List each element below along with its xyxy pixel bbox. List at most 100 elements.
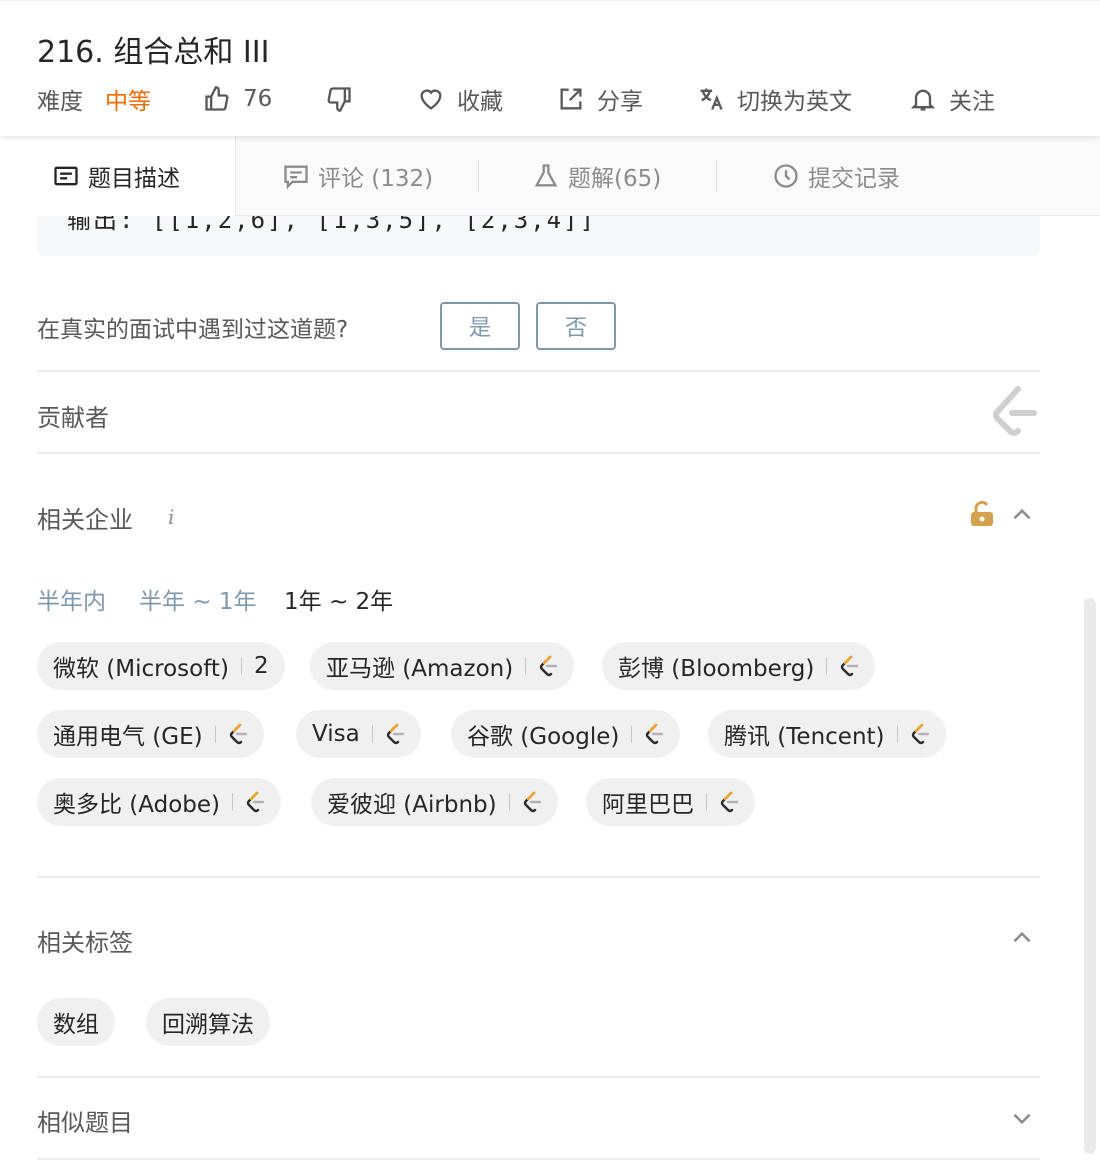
tab-submissions[interactable]: 提交记录 bbox=[772, 136, 900, 216]
thumbs-down-icon bbox=[327, 87, 351, 112]
share-icon bbox=[560, 88, 582, 110]
share-label: 分享 bbox=[597, 89, 643, 115]
like-button[interactable]: 76 bbox=[203, 83, 272, 115]
company-tag-name: 奥多比 (Adobe) bbox=[53, 792, 221, 818]
comment-icon bbox=[284, 165, 308, 190]
switch-language-button[interactable]: 切换为英文 bbox=[697, 83, 852, 115]
difficulty-label: 难度 bbox=[37, 89, 83, 115]
time-filter-half-year[interactable]: 半年内 bbox=[37, 582, 106, 616]
problem-tabs: 题目描述 评论 (132) 题解(65) 提交记录 bbox=[0, 136, 1100, 216]
section-divider bbox=[37, 1076, 1040, 1078]
problem-header: 216. 组合总和 III 难度 中等 76 收藏 分享 切换为英文 关注 bbox=[0, 0, 1100, 136]
company-tag-count: 2 bbox=[253, 653, 269, 679]
tab-comments[interactable]: 评论 (132) bbox=[282, 136, 433, 216]
problem-meta-row: 难度 中等 76 收藏 分享 切换为英文 关注 bbox=[37, 83, 1097, 115]
company-tag-name: 彭博 (Bloomberg) bbox=[618, 656, 815, 682]
chip-separator bbox=[826, 657, 828, 675]
chevron-up-icon[interactable] bbox=[1009, 502, 1035, 528]
no-button[interactable]: 否 bbox=[536, 302, 616, 350]
chip-separator bbox=[232, 793, 234, 811]
section-divider bbox=[37, 370, 1040, 372]
share-button[interactable]: 分享 bbox=[557, 83, 643, 115]
company-tag-name: 微软 (Microsoft) bbox=[53, 656, 229, 682]
tab-description-label: 题目描述 bbox=[88, 166, 180, 192]
company-tag[interactable]: 奥多比 (Adobe) bbox=[37, 778, 282, 826]
flask-icon bbox=[534, 164, 558, 187]
scrollbar[interactable] bbox=[1084, 598, 1096, 1154]
related-tags-label: 相关标签 bbox=[37, 929, 133, 957]
leetcode-logo-icon bbox=[229, 723, 247, 745]
interview-question: 在真实的面试中遇到过这道题? bbox=[37, 317, 349, 343]
tab-divider bbox=[478, 160, 479, 192]
company-tag-name: 腾讯 (Tencent) bbox=[724, 724, 885, 750]
section-divider bbox=[37, 1158, 1040, 1160]
company-tag[interactable]: Visa bbox=[296, 710, 421, 758]
bell-icon bbox=[910, 89, 936, 111]
company-tag-name: 亚马逊 (Amazon) bbox=[326, 656, 514, 682]
clock-icon bbox=[774, 164, 798, 188]
favorite-button[interactable]: 收藏 bbox=[417, 83, 503, 115]
info-icon[interactable]: i bbox=[168, 505, 174, 529]
chip-separator bbox=[631, 725, 633, 743]
heart-icon bbox=[420, 89, 442, 110]
company-tag[interactable]: 亚马逊 (Amazon) bbox=[310, 642, 575, 690]
tab-submissions-label: 提交记录 bbox=[808, 166, 900, 192]
topic-tag-backtracking[interactable]: 回溯算法 bbox=[146, 998, 270, 1046]
tab-solutions-label: 题解(65) bbox=[568, 166, 662, 192]
leetcode-logo-icon bbox=[386, 723, 404, 745]
leetcode-logo-icon bbox=[720, 791, 739, 813]
follow-label: 关注 bbox=[949, 89, 995, 115]
time-filter-one-to-two-years[interactable]: 1年 ~ 2年 bbox=[284, 582, 393, 616]
like-count: 76 bbox=[243, 86, 273, 112]
chip-separator bbox=[525, 657, 527, 675]
topic-tag-array[interactable]: 数组 bbox=[37, 998, 115, 1046]
unlock-icon[interactable] bbox=[968, 500, 996, 528]
tab-solutions[interactable]: 题解(65) bbox=[532, 136, 661, 216]
thumbs-up-icon bbox=[205, 86, 229, 111]
chip-separator bbox=[706, 793, 707, 811]
interview-question-row: 在真实的面试中遇到过这道题? 是 否 bbox=[37, 302, 1040, 350]
similar-problems-label: 相似题目 bbox=[37, 1109, 133, 1137]
section-divider bbox=[37, 452, 1040, 454]
company-tag-name: Visa bbox=[312, 721, 360, 747]
section-divider bbox=[37, 876, 1040, 878]
time-filter-half-to-one-year[interactable]: 半年 ~ 1年 bbox=[139, 582, 257, 616]
company-tag[interactable]: 爱彼迎 (Airbnb) bbox=[311, 778, 558, 826]
company-tag[interactable]: 阿里巴巴 bbox=[586, 778, 755, 826]
chevron-up-icon[interactable] bbox=[1009, 925, 1035, 951]
company-tag[interactable]: 腾讯 (Tencent) bbox=[708, 710, 946, 758]
companies-label: 相关企业 bbox=[37, 506, 133, 534]
description-icon bbox=[54, 166, 78, 186]
yes-button[interactable]: 是 bbox=[440, 302, 520, 350]
problem-title: 216. 组合总和 III bbox=[37, 35, 270, 70]
leetcode-logo-icon bbox=[523, 791, 541, 813]
chevron-down-icon[interactable] bbox=[1009, 1105, 1035, 1131]
leetcode-logo-icon bbox=[911, 723, 929, 745]
tab-description[interactable]: 题目描述 bbox=[0, 136, 236, 216]
chip-separator bbox=[214, 725, 216, 743]
company-tag[interactable]: 微软 (Microsoft) 2 bbox=[37, 642, 285, 690]
leetcode-logo-icon[interactable] bbox=[990, 385, 1040, 441]
company-tag[interactable]: 通用电气 (GE) bbox=[37, 710, 264, 758]
company-tag-name: 阿里巴巴 bbox=[602, 792, 694, 818]
translate-icon bbox=[700, 88, 723, 110]
difficulty-value: 中等 bbox=[105, 89, 151, 115]
leetcode-logo-icon bbox=[540, 655, 558, 677]
leetcode-logo-icon bbox=[841, 655, 859, 677]
favorite-label: 收藏 bbox=[457, 89, 503, 115]
contributors-label: 贡献者 bbox=[37, 404, 109, 432]
chip-separator bbox=[896, 725, 898, 743]
tab-comments-label: 评论 (132) bbox=[318, 166, 434, 192]
leetcode-logo-icon bbox=[246, 791, 265, 813]
company-tag[interactable]: 彭博 (Bloomberg) bbox=[602, 642, 876, 690]
company-tag-name: 通用电气 (GE) bbox=[53, 724, 203, 750]
follow-button[interactable]: 关注 bbox=[909, 83, 995, 115]
switch-language-label: 切换为英文 bbox=[737, 89, 852, 115]
chip-separator bbox=[508, 793, 510, 811]
dislike-button[interactable] bbox=[325, 83, 365, 115]
tab-divider bbox=[716, 160, 717, 192]
chip-separator bbox=[240, 657, 242, 675]
company-tag[interactable]: 谷歌 (Google) bbox=[451, 710, 681, 758]
chip-separator bbox=[371, 725, 373, 743]
time-filter-tabs: 半年内 半年 ~ 1年 1年 ~ 2年 bbox=[37, 582, 537, 616]
